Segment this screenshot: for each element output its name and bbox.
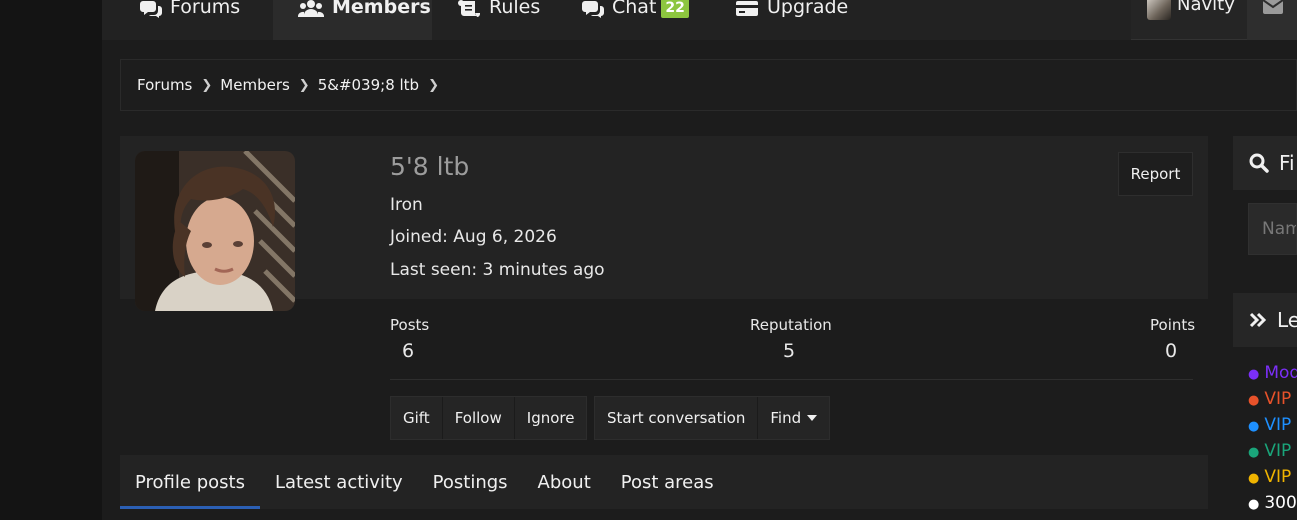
double-chevron-right-icon <box>1249 312 1267 328</box>
nav-members-label: Members <box>332 0 431 18</box>
chat-count-badge: 22 <box>661 0 689 18</box>
legend-label: VIP S <box>1264 389 1297 409</box>
users-icon <box>298 0 324 17</box>
bullet-icon: ● <box>1248 419 1260 434</box>
caret-down-icon <box>807 415 818 421</box>
find-member-input[interactable] <box>1249 204 1296 254</box>
legend-item: ● VIP S <box>1248 414 1297 440</box>
user-account-menu[interactable]: Navity <box>1131 0 1247 40</box>
bullet-icon: ● <box>1248 367 1260 382</box>
comments-icon <box>582 1 604 18</box>
stats-divider <box>390 379 1193 380</box>
account-username: Navity <box>1177 0 1235 15</box>
bullet-icon: ● <box>1248 497 1260 512</box>
profile-tabs: Profile posts Latest activity Postings A… <box>120 455 1208 509</box>
follow-button[interactable]: Follow <box>443 397 515 439</box>
nav-forums[interactable]: Forums <box>140 0 240 40</box>
report-button[interactable]: Report <box>1118 152 1193 196</box>
breadcrumb-label: Members <box>220 76 290 94</box>
nav-chat-label: Chat <box>612 0 657 18</box>
breadcrumb: Forums ❯ Members ❯ 5&#039;8 ltb ❯ <box>120 59 1297 111</box>
breadcrumb-item-forums[interactable]: Forums ❯ <box>137 76 220 94</box>
stat-points-value[interactable]: 0 <box>1165 340 1177 362</box>
stat-reputation-label: Reputation <box>750 316 832 334</box>
search-icon <box>1249 153 1269 173</box>
legend-item: ● VIP S <box>1248 466 1297 492</box>
stat-reputation-value[interactable]: 5 <box>783 340 795 362</box>
tab-about[interactable]: About <box>523 455 606 509</box>
legend-label: VIP S <box>1264 441 1297 461</box>
page: Forums Members Rules Chat 22 Upgrade Nav… <box>102 0 1297 520</box>
bullet-icon: ● <box>1248 393 1260 408</box>
legend-item: ● VIP S <box>1248 388 1297 414</box>
nav-upgrade-label: Upgrade <box>767 0 849 18</box>
gift-button[interactable]: Gift <box>391 397 443 439</box>
breadcrumb-item-user[interactable]: 5&#039;8 ltb ❯ <box>318 76 447 94</box>
legend-label: 3000 <box>1264 493 1297 513</box>
left-gutter <box>0 0 102 520</box>
nav-members[interactable]: Members <box>273 0 432 40</box>
start-conversation-button[interactable]: Start conversation <box>595 397 759 439</box>
scroll-icon <box>458 0 480 17</box>
profile-user-title: Iron <box>390 195 423 215</box>
legend-item: ● 3000 <box>1248 492 1297 518</box>
chevron-right-icon: ❯ <box>298 77 310 93</box>
top-navigation: Forums Members Rules Chat 22 Upgrade Nav… <box>102 0 1297 40</box>
legend-label: VIP S <box>1264 467 1297 487</box>
find-label: Find <box>770 409 802 427</box>
comments-icon <box>140 1 162 18</box>
find-member-input-wrap <box>1248 203 1297 255</box>
envelope-icon <box>1263 0 1283 14</box>
breadcrumb-label: 5&#039;8 ltb <box>317 76 420 94</box>
breadcrumb-item-members[interactable]: Members ❯ <box>220 76 317 94</box>
credit-card-icon <box>736 1 758 16</box>
sidebar-find-member-header: Fi <box>1233 136 1297 190</box>
legend-label: VIP S <box>1264 415 1297 435</box>
bullet-icon: ● <box>1248 445 1260 460</box>
tab-post-areas[interactable]: Post areas <box>606 455 729 509</box>
legend-label: Mod <box>1264 363 1297 383</box>
conversations-button[interactable] <box>1247 0 1297 40</box>
stat-posts-label: Posts <box>390 316 430 334</box>
tab-postings[interactable]: Postings <box>418 455 523 509</box>
member-actions-group: Gift Follow Ignore <box>390 396 588 440</box>
stat-posts-value[interactable]: 6 <box>402 340 414 362</box>
legend-item: ● Mod <box>1248 362 1297 388</box>
find-dropdown-button[interactable]: Find <box>758 397 829 439</box>
profile-avatar[interactable] <box>135 151 295 311</box>
tab-profile-posts[interactable]: Profile posts <box>120 455 260 509</box>
nav-chat[interactable]: Chat 22 <box>582 0 689 40</box>
ignore-button[interactable]: Ignore <box>515 397 587 439</box>
nav-upgrade[interactable]: Upgrade <box>735 0 848 40</box>
tab-latest-activity[interactable]: Latest activity <box>260 455 418 509</box>
sidebar-legend-header: Le <box>1233 293 1297 347</box>
profile-joined-date: Joined: Aug 6, 2026 <box>390 227 557 247</box>
bullet-icon: ● <box>1248 471 1260 486</box>
chevron-right-icon: ❯ <box>201 77 213 93</box>
legend-list: ● Mod ● VIP S ● VIP S ● VIP S ● VIP S ● 3000 <box>1248 362 1297 518</box>
chevron-right-icon: ❯ <box>428 77 439 93</box>
breadcrumb-label: Forums <box>137 76 193 94</box>
profile-username: 5'8 ltb <box>390 152 470 181</box>
profile-photo <box>135 151 295 311</box>
user-avatar <box>1147 0 1171 20</box>
member-secondary-actions: Start conversation Find <box>594 396 831 440</box>
profile-last-seen: Last seen: 3 minutes ago <box>390 260 605 280</box>
nav-rules-label: Rules <box>489 0 541 18</box>
sidebar-find-title: Fi <box>1279 151 1295 175</box>
sidebar-legend-title: Le <box>1277 308 1297 332</box>
stat-points-label: Points <box>1150 316 1196 334</box>
nav-rules[interactable]: Rules <box>457 0 540 40</box>
legend-item: ● VIP S <box>1248 440 1297 466</box>
nav-forums-label: Forums <box>170 0 241 18</box>
